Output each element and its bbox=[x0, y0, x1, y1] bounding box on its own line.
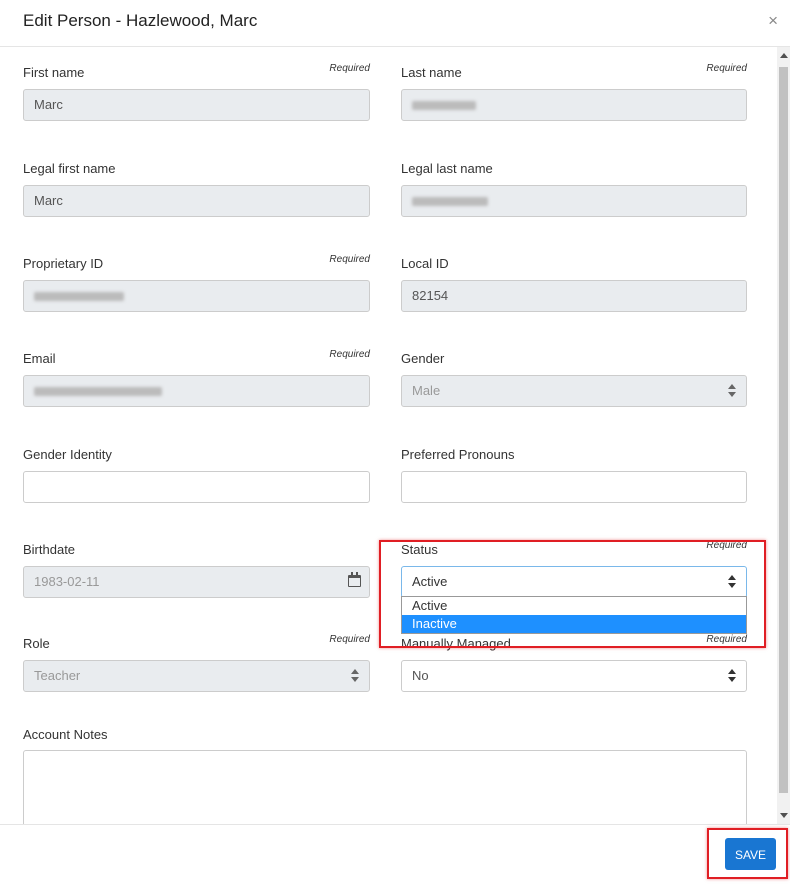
gender-identity-field: Gender Identity bbox=[23, 447, 370, 507]
gender-label: Gender bbox=[401, 351, 445, 366]
role-field: Role Required Teacher bbox=[23, 634, 370, 696]
scroll-down-icon[interactable] bbox=[780, 813, 788, 818]
required-tag: Required bbox=[329, 634, 370, 645]
email-label: Email bbox=[23, 351, 56, 366]
preferred-pronouns-field: Preferred Pronouns bbox=[401, 447, 747, 507]
proprietary-id-input[interactable] bbox=[23, 280, 370, 312]
legal-first-name-label: Legal first name bbox=[23, 161, 116, 176]
proprietary-id-field: Proprietary ID Required bbox=[23, 254, 370, 316]
birthdate-field: Birthdate 1983-02-11 bbox=[23, 542, 370, 602]
status-dropdown: Active Inactive bbox=[401, 596, 747, 634]
last-name-input[interactable] bbox=[401, 89, 747, 121]
gender-field: Gender Male bbox=[401, 351, 747, 411]
preferred-pronouns-input[interactable] bbox=[401, 471, 747, 503]
status-field: Status Required Active bbox=[401, 540, 747, 602]
redacted-value bbox=[34, 387, 162, 397]
redacted-value bbox=[412, 197, 488, 207]
gender-identity-input[interactable] bbox=[23, 471, 370, 503]
required-tag: Required bbox=[329, 254, 370, 265]
first-name-input[interactable]: Marc bbox=[23, 89, 370, 121]
save-button[interactable]: SAVE bbox=[725, 838, 776, 870]
modal-body: First name Required Marc Last name Requi… bbox=[0, 47, 777, 824]
required-tag: Required bbox=[706, 63, 747, 74]
status-value: Active bbox=[412, 574, 448, 589]
email-input[interactable] bbox=[23, 375, 370, 407]
manually-managed-field: Manually Managed Required No bbox=[401, 634, 747, 696]
required-tag: Required bbox=[706, 540, 747, 551]
status-option-active[interactable]: Active bbox=[402, 597, 746, 615]
scrollbar-thumb[interactable] bbox=[779, 67, 788, 793]
modal-footer bbox=[0, 824, 790, 884]
required-tag: Required bbox=[329, 63, 370, 74]
redacted-value bbox=[34, 292, 124, 302]
status-select[interactable]: Active bbox=[401, 566, 747, 598]
legal-last-name-label: Legal last name bbox=[401, 161, 493, 176]
birthdate-input[interactable]: 1983-02-11 bbox=[23, 566, 370, 598]
legal-first-name-input[interactable]: Marc bbox=[23, 185, 370, 217]
status-option-inactive[interactable]: Inactive bbox=[402, 615, 746, 633]
account-notes-field: Account Notes bbox=[23, 727, 747, 747]
birthdate-label: Birthdate bbox=[23, 542, 76, 557]
gender-value: Male bbox=[412, 383, 441, 398]
redacted-value bbox=[412, 101, 476, 111]
scrollbar[interactable] bbox=[777, 47, 790, 824]
local-id-field: Local ID 82154 bbox=[401, 256, 747, 316]
account-notes-label: Account Notes bbox=[23, 727, 108, 742]
legal-first-name-field: Legal first name Marc bbox=[23, 161, 370, 221]
first-name-label: First name bbox=[23, 65, 85, 80]
select-arrows-icon bbox=[728, 384, 736, 398]
role-value: Teacher bbox=[34, 668, 81, 683]
role-label: Role bbox=[23, 636, 50, 651]
modal-header: Edit Person - Hazlewood, Marc × bbox=[0, 0, 790, 47]
proprietary-id-label: Proprietary ID bbox=[23, 256, 104, 271]
gender-identity-label: Gender Identity bbox=[23, 447, 112, 462]
gender-select[interactable]: Male bbox=[401, 375, 747, 407]
select-arrows-icon bbox=[728, 669, 736, 683]
last-name-field: Last name Required bbox=[401, 63, 747, 125]
required-tag: Required bbox=[706, 634, 747, 645]
select-arrows-icon bbox=[351, 669, 359, 683]
required-tag: Required bbox=[329, 349, 370, 360]
local-id-input[interactable]: 82154 bbox=[401, 280, 747, 312]
role-select[interactable]: Teacher bbox=[23, 660, 370, 692]
legal-last-name-input[interactable] bbox=[401, 185, 747, 217]
preferred-pronouns-label: Preferred Pronouns bbox=[401, 447, 515, 462]
select-arrows-icon bbox=[728, 575, 736, 589]
manually-managed-select[interactable]: No bbox=[401, 660, 747, 692]
birthdate-value: 1983-02-11 bbox=[34, 574, 100, 589]
manually-managed-value: No bbox=[412, 668, 429, 683]
modal-title: Edit Person - Hazlewood, Marc bbox=[23, 11, 258, 30]
close-icon[interactable]: × bbox=[768, 11, 778, 31]
scroll-up-icon[interactable] bbox=[780, 53, 788, 58]
local-id-label: Local ID bbox=[401, 256, 449, 271]
last-name-label: Last name bbox=[401, 65, 462, 80]
legal-last-name-field: Legal last name bbox=[401, 161, 747, 221]
status-label: Status bbox=[401, 542, 438, 557]
manually-managed-label: Manually Managed bbox=[401, 636, 511, 651]
first-name-field: First name Required Marc bbox=[23, 63, 370, 125]
calendar-icon[interactable] bbox=[348, 572, 361, 587]
email-field: Email Required bbox=[23, 349, 370, 411]
